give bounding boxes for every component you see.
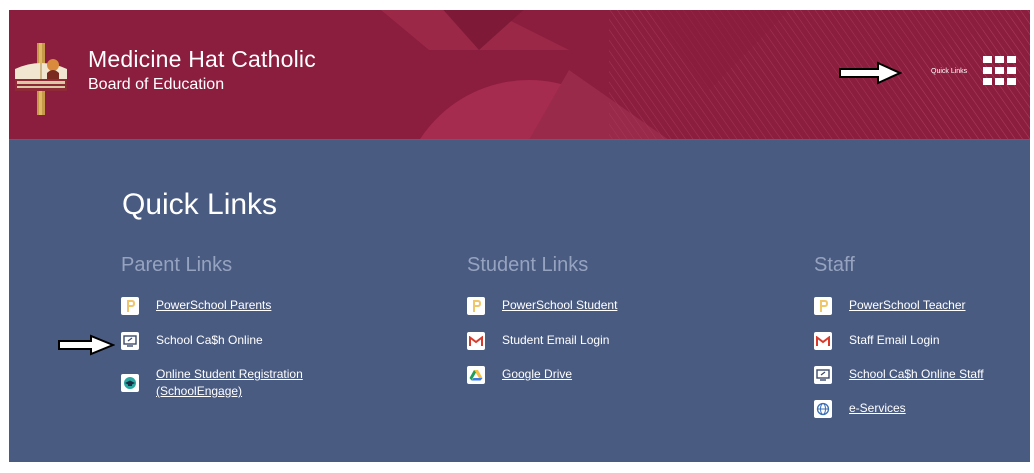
column-title-parent-links: Parent Links xyxy=(121,254,233,276)
link-google-drive[interactable]: Google Drive xyxy=(467,366,572,384)
globe-icon xyxy=(814,400,832,418)
link-staff-email-login[interactable]: Staff Email Login xyxy=(814,332,940,350)
link-school-cash-online-staff[interactable]: School Ca$h Online Staff xyxy=(814,366,984,384)
board-subtitle: Board of Education xyxy=(88,76,225,93)
link-student-email-login[interactable]: Student Email Login xyxy=(467,332,609,350)
powerschool-icon xyxy=(121,297,139,315)
link-label: e-Services xyxy=(849,401,906,415)
link-label: PowerSchool Student xyxy=(502,298,618,312)
column-title-student-links: Student Links xyxy=(467,254,589,276)
google-drive-icon xyxy=(467,366,485,384)
link-label: PowerSchool Parents xyxy=(156,298,272,312)
link-label-line2: (SchoolEngage) xyxy=(156,384,243,398)
gmail-icon xyxy=(814,332,832,350)
link-label: Online Student Registration xyxy=(156,367,303,381)
quick-links-menu-label[interactable]: Quick Links xyxy=(931,68,967,75)
link-label: PowerSchool Teacher xyxy=(849,298,966,312)
powerschool-icon xyxy=(814,297,832,315)
annotation-arrow-right-icon xyxy=(839,61,902,85)
link-label: School Ca$h Online Staff xyxy=(849,367,984,381)
link-label: School Ca$h Online xyxy=(156,333,263,347)
link-label: Google Drive xyxy=(502,367,573,381)
column-title-staff: Staff xyxy=(814,254,855,276)
powerschool-icon xyxy=(467,297,485,315)
link-powerschool-teacher[interactable]: PowerSchool Teacher xyxy=(814,297,966,315)
annotation-arrow-right-icon xyxy=(58,334,115,356)
graduation-cap-icon xyxy=(121,374,139,392)
link-school-cash-online[interactable]: School Ca$h Online xyxy=(121,332,263,350)
link-online-student-registration[interactable]: Online Student Registration (SchoolEngag… xyxy=(121,366,303,400)
page-frame: Medicine Hat Catholic Board of Education… xyxy=(9,10,1030,462)
link-powerschool-parents[interactable]: PowerSchool Parents xyxy=(121,297,271,315)
link-powerschool-student[interactable]: PowerSchool Student xyxy=(467,297,617,315)
school-cash-icon xyxy=(814,366,832,384)
page-title: Quick Links xyxy=(122,188,278,221)
link-e-services[interactable]: e-Services xyxy=(814,400,906,418)
school-board-logo[interactable] xyxy=(13,43,69,115)
header-divider xyxy=(9,139,1030,140)
link-label: Student Email Login xyxy=(502,333,610,347)
link-label: Staff Email Login xyxy=(849,333,940,347)
quick-links-grid-icon[interactable] xyxy=(983,56,1017,88)
school-cash-icon xyxy=(121,332,139,350)
site-header: Medicine Hat Catholic Board of Education… xyxy=(9,10,1030,140)
board-title: Medicine Hat Catholic xyxy=(88,46,316,72)
gmail-icon xyxy=(467,332,485,350)
